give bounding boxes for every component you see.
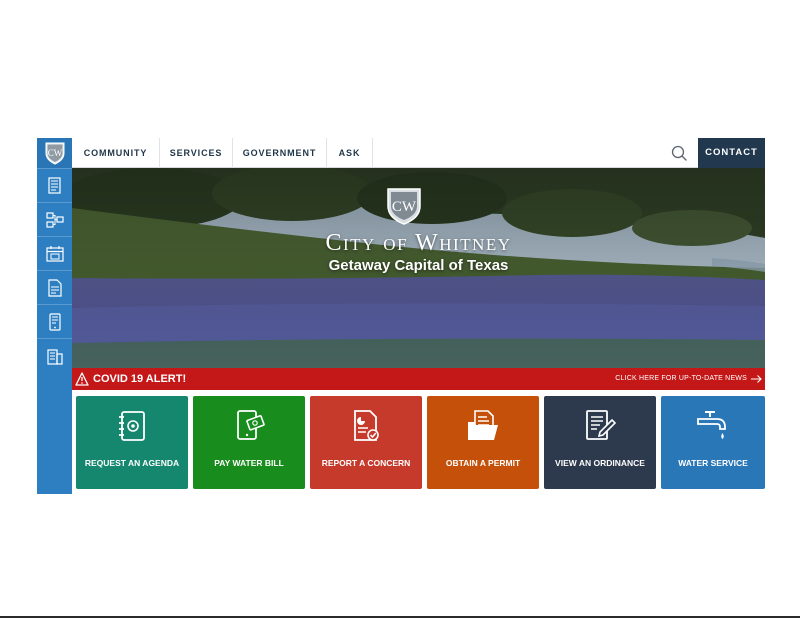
city-title: City of Whitney: [325, 230, 512, 256]
tile-obtain-permit[interactable]: OBTAIN A PERMIT: [427, 396, 539, 489]
tile-label: OBTAIN A PERMIT: [445, 458, 521, 468]
sidebar-item-documents[interactable]: [37, 168, 72, 202]
agenda-book-icon: [119, 411, 145, 441]
crest-letters: CW: [47, 148, 62, 158]
tile-request-agenda[interactable]: REQUEST AN AGENDA: [76, 396, 188, 489]
alert-news-link[interactable]: CLICK HERE FOR UP-TO-DATE NEWS: [615, 368, 747, 390]
tile-water-service[interactable]: WATER SERVICE: [661, 396, 765, 489]
tile-view-ordinance[interactable]: VIEW AN ORDINANCE: [544, 396, 656, 489]
tile-report-concern[interactable]: REPORT A CONCERN: [310, 396, 422, 489]
sidebar-logo[interactable]: CW: [37, 138, 72, 168]
tablet-icon: [48, 312, 61, 331]
water-faucet-icon: [697, 411, 726, 439]
city-crest-icon: CW: [387, 188, 421, 225]
tablet-payment-icon: [237, 410, 265, 440]
notes-icon: [47, 278, 62, 297]
tile-label: REQUEST AN AGENDA: [84, 458, 180, 468]
city-crest-icon: CW: [45, 142, 64, 165]
tile-label: WATER SERVICE: [678, 458, 748, 468]
tile-label: VIEW AN ORDINANCE: [555, 458, 645, 468]
sidebar-item-departments[interactable]: [37, 202, 72, 236]
tile-label: REPORT A CONCERN: [321, 458, 411, 468]
quick-links-sidebar: CW: [37, 138, 72, 494]
hero-banner: CW City of Whitney Getaway Capital of Te…: [72, 168, 765, 368]
nav-ask[interactable]: ASK: [327, 138, 373, 168]
search-icon[interactable]: [670, 144, 688, 162]
flowchart-icon: [45, 211, 64, 228]
covid-alert-bar[interactable]: COVID 19 ALERT! CLICK HERE FOR UP-TO-DAT…: [72, 368, 765, 390]
sidebar-item-facilities[interactable]: [37, 338, 72, 372]
nav-government[interactable]: GOVERNMENT: [233, 138, 327, 168]
sidebar-item-notes[interactable]: [37, 270, 72, 304]
calendar-icon: [45, 245, 64, 262]
website-frame: CW COMMUNITY SERVICES GOVERNMENT ASK CON…: [37, 138, 765, 494]
ordinance-pen-icon: [586, 410, 617, 440]
nav-services[interactable]: SERVICES: [160, 138, 233, 168]
nav-community[interactable]: COMMUNITY: [72, 138, 160, 168]
sidebar-item-calendar[interactable]: [37, 236, 72, 270]
crest-letters: CW: [392, 199, 417, 215]
contact-button[interactable]: CONTACT: [698, 138, 765, 168]
sidebar-item-mobile[interactable]: [37, 304, 72, 338]
warning-triangle-icon: [75, 372, 89, 386]
tile-pay-water-bill[interactable]: PAY WATER BILL: [193, 396, 305, 489]
top-navigation: COMMUNITY SERVICES GOVERNMENT ASK CONTAC…: [72, 138, 765, 168]
report-document-icon: [354, 410, 379, 441]
permit-folder-icon: [468, 410, 498, 440]
city-tagline: Getaway Capital of Texas: [328, 257, 509, 274]
tile-label: PAY WATER BILL: [214, 458, 284, 468]
building-icon: [46, 348, 63, 365]
alert-title: COVID 19 ALERT!: [93, 373, 187, 385]
document-list-icon: [47, 176, 61, 194]
arrow-right-icon[interactable]: [750, 374, 763, 384]
